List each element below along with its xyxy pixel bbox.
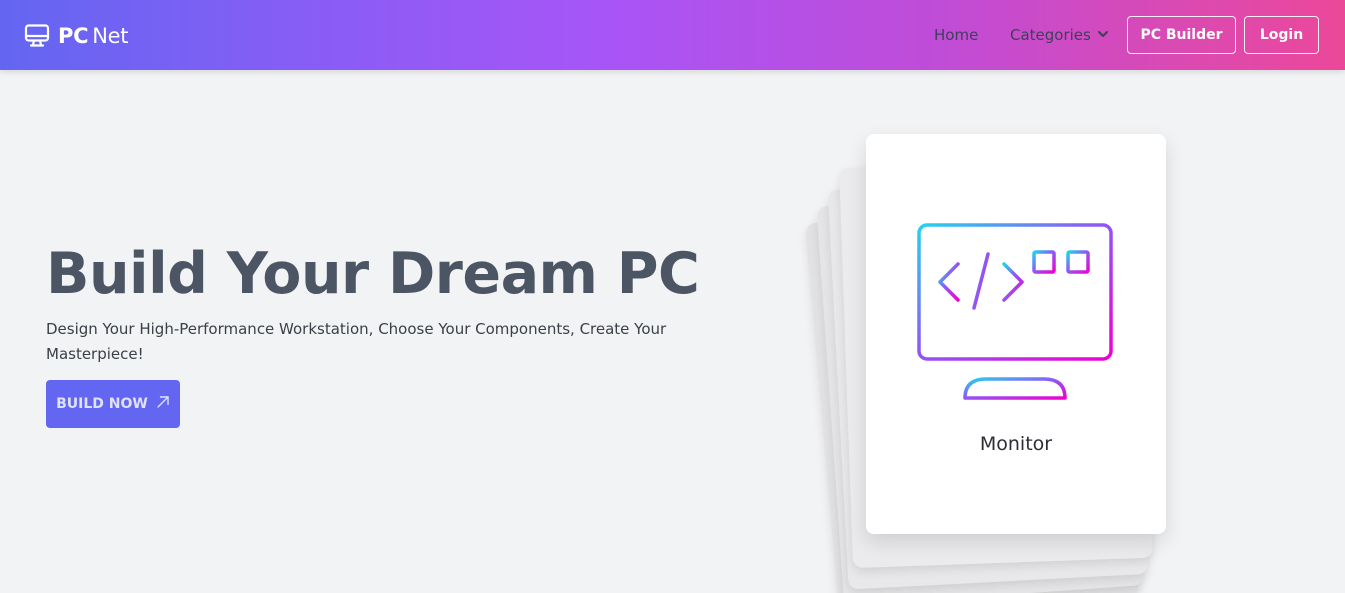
- build-now-button[interactable]: BUILD NOW: [46, 380, 180, 428]
- build-now-label: BUILD NOW: [56, 396, 148, 412]
- brand-logo[interactable]: PC Net: [24, 22, 128, 50]
- login-button[interactable]: Login: [1244, 16, 1319, 54]
- arrow-up-right-icon: [156, 395, 170, 413]
- hero-subtitle: Design Your High-Performance Workstation…: [46, 320, 667, 363]
- brand-name: PC Net: [58, 22, 128, 50]
- pc-builder-button[interactable]: PC Builder: [1127, 16, 1236, 54]
- chevron-down-icon: [1097, 24, 1109, 46]
- nav-categories-dropdown[interactable]: Categories: [1010, 24, 1109, 46]
- hero-title: Build Your Dream PC: [46, 241, 700, 307]
- brand-name-light: Net: [92, 24, 129, 48]
- card-label: Monitor: [979, 433, 1053, 455]
- nav-home-link[interactable]: Home: [934, 24, 978, 46]
- brand-name-strong: PC: [58, 24, 89, 48]
- navbar: PC Net Home Categories PC Builder Login: [0, 0, 1345, 70]
- category-card-monitor[interactable]: Monitor: [866, 134, 1166, 534]
- nav-categories-label: Categories: [1010, 26, 1091, 44]
- monitor-icon: [24, 23, 50, 49]
